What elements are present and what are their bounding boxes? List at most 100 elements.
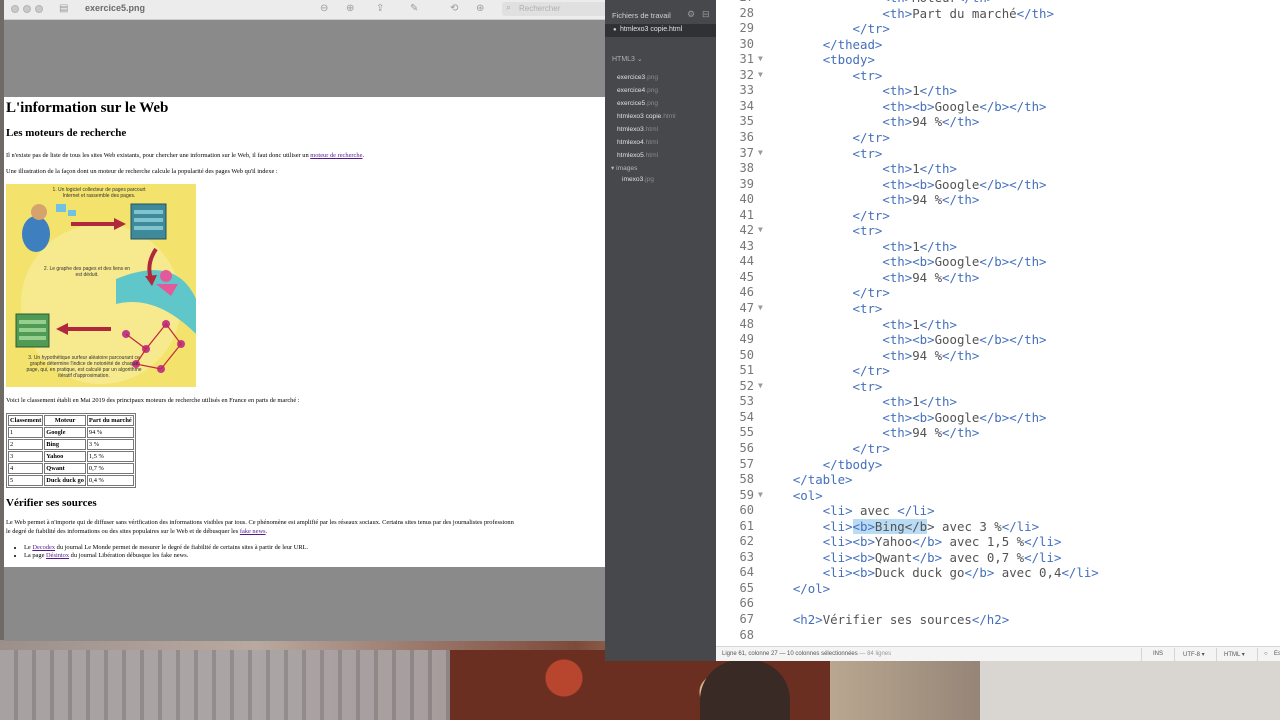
code-line[interactable]: 68 [716, 628, 1280, 644]
paragraph-text: le degré de fiabilité des informations o… [6, 528, 240, 535]
code-text: <li><b>Bing</b> avec 3 %</li> [822, 518, 1040, 534]
code-line[interactable]: 32 ▼ <tr> [716, 68, 1280, 84]
sidebar-file-htmlexo5[interactable]: htmlexo5.html [617, 152, 658, 159]
working-files-title: Fichiers de travail [612, 11, 671, 20]
code-text: <th>94 %</th> [882, 192, 980, 208]
code-line[interactable]: 28 <th>Part du marché</th> [716, 6, 1280, 22]
code-line[interactable]: 50 <th>94 %</th> [716, 348, 1280, 364]
sidebar-file-htmlexo4[interactable]: htmlexo4.html [617, 139, 658, 146]
code-line[interactable]: 39 <th><b>Google</b></th> [716, 177, 1280, 193]
working-file-item[interactable]: ● htmlexo3 copie.html [605, 24, 716, 37]
file-dot-icon: ● [613, 27, 617, 33]
code-line[interactable]: 36 </tr> [716, 130, 1280, 146]
markup-pen-icon[interactable]: ✎ [410, 2, 418, 16]
code-line[interactable]: 40 <th>94 %</th> [716, 192, 1280, 208]
sidebar-folder-images[interactable]: ▾ images [611, 164, 637, 172]
code-line[interactable]: 64 <li><b>Duck duck go</b> avec 0,4</li> [716, 565, 1280, 581]
code-line[interactable]: 59 ▼ <ol> [716, 488, 1280, 504]
desintox-link[interactable]: Désintox [46, 552, 69, 559]
code-line[interactable]: 62 <li><b>Yahoo</b> avec 1,5 %</li> [716, 534, 1280, 550]
paragraph-intro: Il n'existe pas de liste de tous les sit… [6, 152, 364, 159]
share-icon[interactable]: ⇪ [376, 2, 384, 16]
line-number: 40 [739, 192, 754, 207]
code-line[interactable]: 31 ▼ <tbody> [716, 52, 1280, 68]
fake-news-link[interactable]: fake news [240, 528, 266, 535]
code-text: <tr> [852, 67, 883, 83]
code-line[interactable]: 34 <th><b>Google</b></th> [716, 99, 1280, 115]
language-dropdown[interactable]: HTML ▾ [1224, 651, 1245, 658]
minimize-window-button[interactable] [23, 5, 31, 13]
decodex-link[interactable]: Decodex [32, 544, 55, 551]
code-line[interactable]: 37 ▼ <tr> [716, 146, 1280, 162]
zoom-window-button[interactable] [35, 5, 43, 13]
table-cell: Qwant [44, 463, 86, 474]
status-position: Ligne 61, colonne 27 — 10 colonnes sélec… [722, 651, 858, 657]
search-icon: ⌕ [506, 2, 512, 12]
rotate-icon[interactable]: ⟲ [450, 2, 458, 16]
code-line[interactable]: 56 </tr> [716, 441, 1280, 457]
code-line[interactable]: 49 <th><b>Google</b></th> [716, 332, 1280, 348]
code-line[interactable]: 54 <th><b>Google</b></th> [716, 410, 1280, 426]
line-number: 51 [739, 363, 754, 378]
code-editor[interactable]: 27 <th>Moteur</th>28 <th>Part du marché<… [716, 0, 1280, 646]
code-text: <th>Moteur</th> [763, 0, 994, 5]
project-dropdown[interactable]: HTML3 ⌄ [612, 55, 643, 63]
code-line[interactable]: 41 </tr> [716, 208, 1280, 224]
sidebar-file-exercice4[interactable]: exercice4.png [617, 87, 658, 94]
code-line[interactable]: 51 </tr> [716, 363, 1280, 379]
table-cell: 0,7 % [86, 463, 134, 474]
code-line[interactable]: 60 <li> avec </li> [716, 503, 1280, 519]
sidebar-file-htmlexo3[interactable]: htmlexo3.html [617, 126, 658, 133]
code-line[interactable]: 52 ▼ <tr> [716, 379, 1280, 395]
code-text: <tr> [852, 223, 883, 239]
code-line[interactable]: 47 ▼ <tr> [716, 301, 1280, 317]
code-line[interactable]: 67 <h2>Vérifier ses sources</h2> [716, 612, 1280, 628]
split-view-icon[interactable]: ⊟ [702, 9, 710, 20]
code-text: <li><b>Duck duck go</b> avec 0,4</li> [822, 565, 1099, 581]
preview-background [4, 567, 606, 641]
encoding-dropdown[interactable]: UTF-8 ▾ [1183, 651, 1205, 658]
code-line[interactable]: 42 ▼ <tr> [716, 223, 1280, 239]
code-line[interactable]: 58 </table> [716, 472, 1280, 488]
line-number: 30 [739, 36, 754, 51]
code-line[interactable]: 30 </thead> [716, 37, 1280, 53]
table-row: 2 Bing 3 % [8, 439, 134, 450]
code-line[interactable]: 55 <th>94 %</th> [716, 425, 1280, 441]
code-line[interactable]: 29 </tr> [716, 21, 1280, 37]
zoom-out-icon[interactable]: ⊖ [320, 2, 328, 16]
code-line[interactable]: 46 </tr> [716, 285, 1280, 301]
sidebar-file-htmlexo3-copie[interactable]: htmlexo3 copie.html [617, 113, 676, 120]
code-line[interactable]: 63 <li><b>Qwant</b> avec 0,7 %</li> [716, 550, 1280, 566]
sidebar-file-exercice3[interactable]: exercice3.png [617, 74, 658, 81]
code-text: </tbody> [822, 456, 883, 472]
code-text: <li> avec </li> [822, 503, 935, 519]
sidebar-toggle-icon[interactable]: ▤ [59, 2, 68, 16]
code-line[interactable]: 38 <th>1</th> [716, 161, 1280, 177]
code-line[interactable]: 61 <li><b>Bing</b> avec 3 %</li> [716, 518, 1280, 535]
list-item-text: du journal Libération débusque les fake … [69, 552, 189, 559]
code-line[interactable]: 35 <th>94 %</th> [716, 114, 1280, 130]
status-divider [1141, 648, 1142, 661]
code-line[interactable]: 33 <th>1</th> [716, 83, 1280, 99]
sidebar-file-imexo3[interactable]: imexo3.jpg [622, 176, 654, 183]
search-engine-link[interactable]: moteur de recherche [310, 152, 362, 159]
line-number: 61 [739, 518, 754, 533]
settings-toggle[interactable]: ○ [1264, 651, 1268, 657]
file-ext: .html [661, 113, 676, 120]
code-line[interactable]: 44 <th><b>Google</b></th> [716, 254, 1280, 270]
insert-mode-toggle[interactable]: INS [1153, 651, 1163, 657]
code-line[interactable]: 53 <th>1</th> [716, 394, 1280, 410]
close-window-button[interactable] [11, 5, 19, 13]
code-line[interactable]: 45 <th>94 %</th> [716, 270, 1280, 286]
markup-toolbar-icon[interactable]: ⊛ [476, 2, 484, 16]
sidebar-file-exercice5[interactable]: exercice5.png [617, 100, 658, 107]
code-text: </table> [792, 472, 853, 488]
code-line[interactable]: 66 [716, 596, 1280, 612]
code-line[interactable]: 48 <th>1</th> [716, 317, 1280, 333]
code-line[interactable]: 43 <th>1</th> [716, 239, 1280, 255]
code-line[interactable]: 65 </ol> [716, 581, 1280, 597]
code-line[interactable]: 57 </tbody> [716, 457, 1280, 473]
zoom-in-icon[interactable]: ⊕ [346, 2, 354, 16]
gear-icon[interactable]: ⚙ [687, 9, 695, 20]
search-input[interactable]: ⌕ Rechercher [502, 2, 606, 16]
